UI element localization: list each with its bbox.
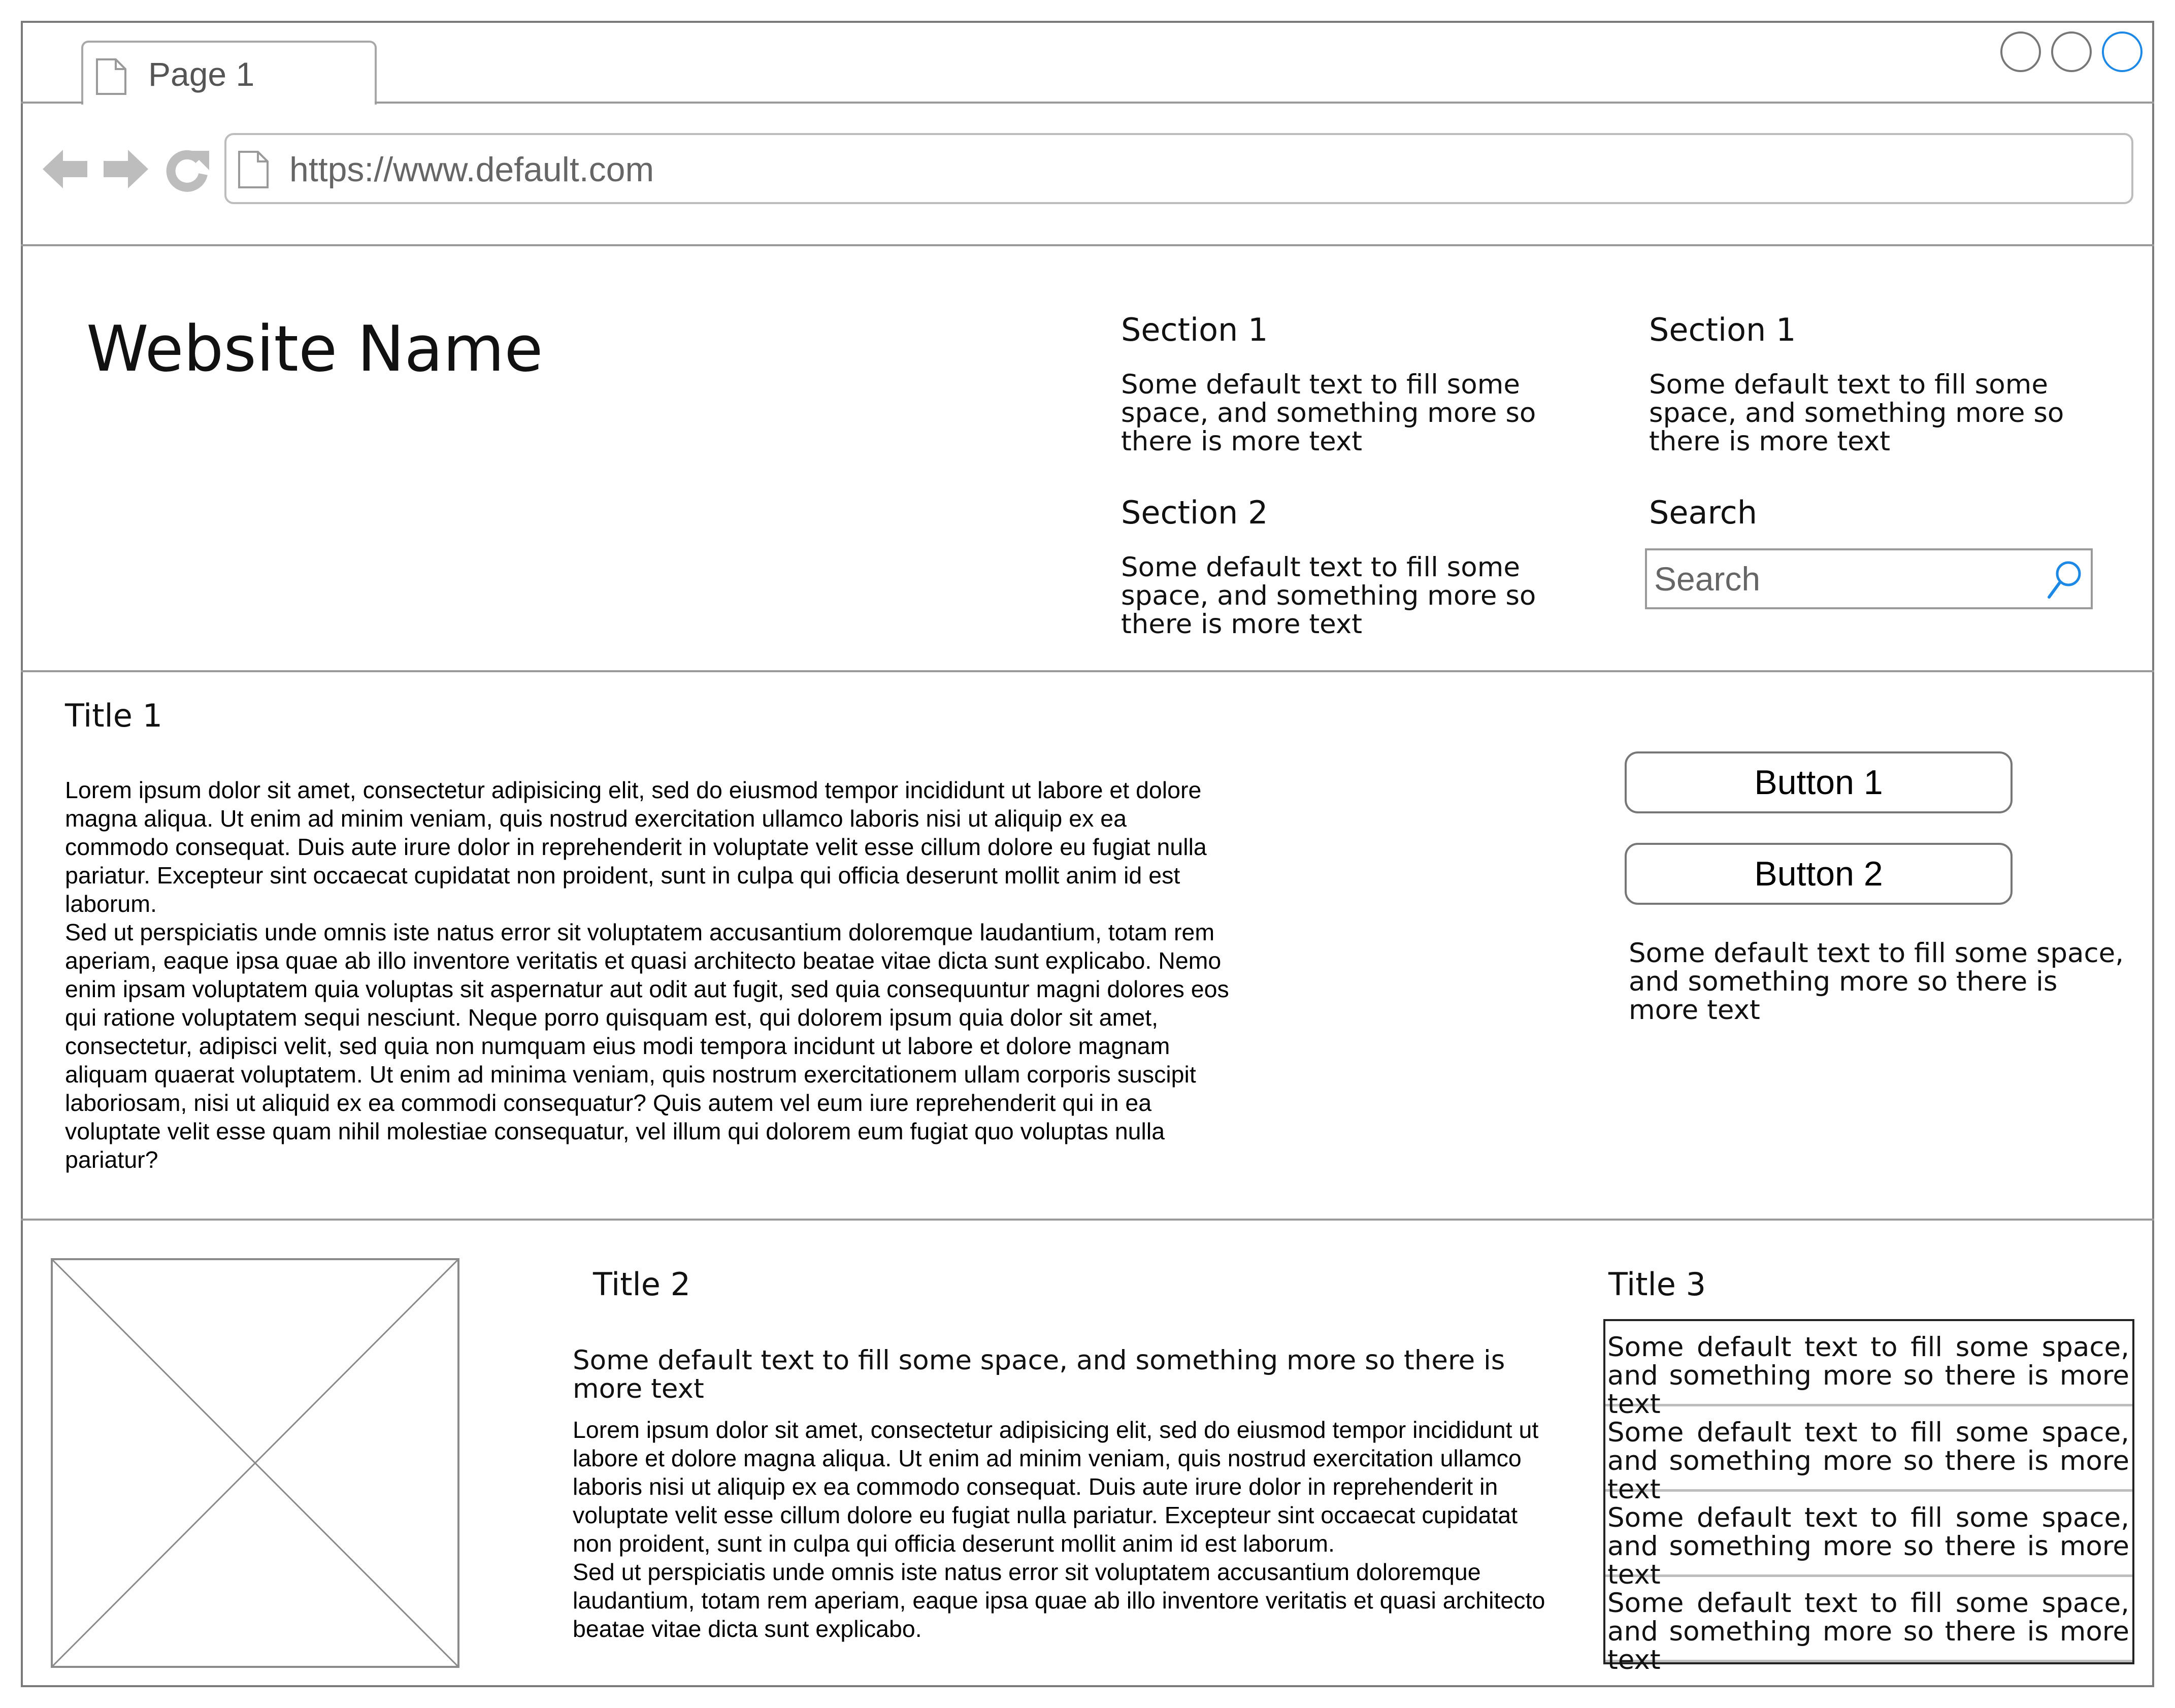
list-item[interactable]: Some default text to fill some space, an… (1605, 1492, 2132, 1589)
list-item-text: Some default text to fill some space, an… (1607, 1588, 2129, 1676)
image-placeholder (51, 1258, 459, 1668)
section-title: Section 2 (1121, 494, 1268, 531)
section-text: Some default text to fill some space, an… (1121, 552, 1536, 640)
list-item-text: Some default text to fill some space, an… (1607, 1332, 2129, 1420)
text-list: Some default text to fill some space, an… (1603, 1319, 2134, 1674)
site-name: Website Name (86, 313, 543, 386)
search-title: Search (1649, 494, 1758, 531)
list-item-text: Some default text to fill some space, an… (1607, 1417, 2129, 1505)
list-item-text: Some default text to fill some space, an… (1607, 1502, 2129, 1590)
search-box (1645, 548, 2093, 609)
main-divider (21, 1219, 2154, 1221)
list-item[interactable]: Some default text to fill some space, an… (1605, 1577, 2132, 1674)
url-text: https://www.default.com (289, 150, 654, 189)
window-control-button[interactable] (2051, 31, 2092, 72)
tab-label: Page 1 (148, 55, 255, 93)
list-item[interactable]: Some default text to fill some space, an… (1605, 1321, 2132, 1419)
section-title: Section 1 (1649, 311, 1796, 348)
list-item[interactable]: Some default text to fill some space, an… (1605, 1406, 2132, 1504)
side-text: Some default text to fill some space, an… (1629, 938, 2124, 1026)
section-text: Some default text to fill some space, an… (1121, 369, 1536, 457)
forward-arrow-icon[interactable] (102, 145, 150, 196)
tab-page-1[interactable]: Page 1 (81, 41, 377, 105)
button-1[interactable]: Button 1 (1625, 751, 2013, 813)
search-input[interactable] (1654, 556, 2040, 601)
main-body-text: Lorem ipsum dolor sit amet, consectetur … (65, 777, 1229, 1173)
main-title: Title 1 (65, 697, 163, 734)
reload-icon[interactable] (162, 145, 211, 196)
button-2[interactable]: Button 2 (1625, 843, 2013, 905)
address-bar[interactable]: https://www.default.com (224, 133, 2133, 204)
nav-divider (21, 244, 2154, 246)
back-arrow-icon[interactable] (41, 145, 89, 196)
title-2: Title 2 (593, 1266, 691, 1303)
header-divider (21, 670, 2154, 672)
page-icon (238, 150, 269, 191)
body-2-text: Lorem ipsum dolor sit amet, consectetur … (573, 1417, 1545, 1642)
section-text: Some default text to fill some space, an… (1649, 369, 2064, 457)
subtitle-2: Some default text to fill some space, an… (573, 1345, 1505, 1404)
search-icon[interactable] (2045, 559, 2084, 604)
window-control-button[interactable] (2102, 31, 2143, 72)
section-title: Section 1 (1121, 311, 1268, 348)
active-tab-gap (83, 101, 375, 105)
window-control-button[interactable] (2000, 31, 2041, 72)
page-icon (95, 58, 127, 98)
title-3: Title 3 (1608, 1266, 1706, 1303)
